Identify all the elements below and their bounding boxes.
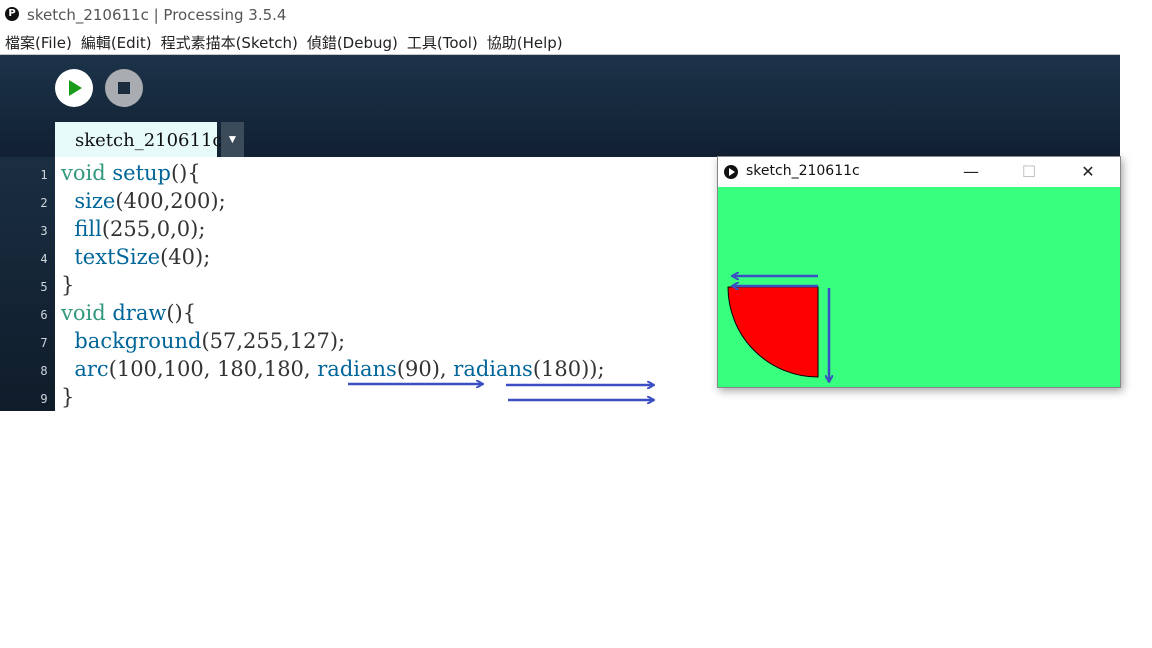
menu-edit[interactable]: 編輯(Edit) — [76, 32, 156, 53]
code-token: (40); — [160, 245, 211, 269]
tab-label: sketch_210611c — [75, 130, 223, 151]
line-number: 5 — [40, 280, 48, 294]
run-button[interactable] — [55, 69, 93, 107]
line-number: 4 — [40, 252, 48, 266]
sketch-output-window: sketch_210611c — ☐ ✕ — [717, 156, 1121, 388]
processing-app-icon: P — [5, 7, 19, 21]
function-token: background — [74, 329, 202, 353]
play-icon — [69, 80, 82, 96]
line-number: 6 — [40, 308, 48, 322]
code-line: 6 void draw(){ — [0, 301, 700, 329]
code-text: size(400,200); — [61, 189, 226, 213]
menu-file[interactable]: 檔案(File) — [0, 32, 76, 53]
menu-bar: 檔案(File) 編輯(Edit) 程式素描本(Sketch) 偵錯(Debug… — [0, 30, 1120, 55]
code-text: textSize(40); — [61, 245, 210, 269]
code-line: 3 fill(255,0,0); — [0, 217, 700, 245]
code-text: } — [61, 385, 74, 409]
code-token: (){ — [166, 301, 197, 325]
function-token: arc — [74, 357, 109, 381]
processing-run-icon — [724, 165, 738, 179]
sketch-window-title-bar: sketch_210611c — ☐ ✕ — [718, 157, 1120, 187]
tab-menu-button[interactable]: ▼ — [221, 122, 244, 157]
code-line: 8 arc(100,100, 180,180, radians(90), rad… — [0, 357, 700, 385]
menu-tool[interactable]: 工具(Tool) — [402, 32, 482, 53]
function-token: draw — [112, 301, 167, 325]
function-token: radians — [453, 357, 533, 381]
code-token: } — [61, 273, 75, 297]
line-number: 8 — [40, 364, 48, 378]
close-button[interactable]: ✕ — [1068, 160, 1108, 184]
function-token: fill — [74, 217, 102, 241]
code-token: (){ — [170, 161, 201, 185]
maximize-button[interactable]: ☐ — [1009, 160, 1049, 184]
code-token: (90), — [396, 357, 454, 381]
keyword-token: void — [61, 161, 106, 185]
code-text: void setup(){ — [61, 161, 201, 185]
code-token: (400,200); — [115, 189, 226, 213]
line-number: 9 — [40, 392, 48, 406]
function-token: setup — [112, 161, 171, 185]
minimize-button[interactable]: — — [951, 160, 991, 184]
sketch-canvas — [718, 187, 1120, 387]
tab-sketch[interactable]: sketch_210611c — [55, 122, 223, 157]
menu-sketch[interactable]: 程式素描本(Sketch) — [156, 32, 302, 53]
code-token: (255,0,0); — [101, 217, 206, 241]
code-line: 7 background(57,255,127); — [0, 329, 700, 357]
function-token: size — [74, 189, 116, 213]
code-text: void draw(){ — [61, 301, 196, 325]
code-text: arc(100,100, 180,180, radians(90), radia… — [61, 357, 605, 381]
code-line: 2 size(400,200); — [0, 189, 700, 217]
menu-debug[interactable]: 偵錯(Debug) — [302, 32, 402, 53]
code-token: (57,255,127); — [201, 329, 346, 353]
line-number: 1 — [40, 168, 48, 182]
editor-toolbar: sketch_210611c ▼ — [0, 55, 1120, 157]
line-number: 7 — [40, 336, 48, 350]
code-line: 4 textSize(40); — [0, 245, 700, 273]
line-number: 3 — [40, 224, 48, 238]
code-text: } — [61, 273, 74, 297]
stop-button[interactable] — [105, 69, 143, 107]
title-bar: P sketch_210611c | Processing 3.5.4 — [0, 0, 1120, 30]
code-line: 9} — [0, 385, 700, 413]
code-line: 5} — [0, 273, 700, 301]
menu-help[interactable]: 協助(Help) — [482, 32, 567, 53]
code-token: (100,100, 180,180, — [108, 357, 318, 381]
code-text: fill(255,0,0); — [61, 217, 205, 241]
code-text: background(57,255,127); — [61, 329, 345, 353]
code-line: 1 void setup(){ — [0, 161, 700, 189]
window-title: sketch_210611c | Processing 3.5.4 — [27, 6, 287, 24]
code-token: } — [61, 385, 75, 409]
keyword-token: void — [61, 301, 106, 325]
sketch-window-title: sketch_210611c — [746, 163, 860, 179]
stop-icon — [118, 82, 130, 94]
line-number: 2 — [40, 196, 48, 210]
function-token: textSize — [74, 245, 161, 269]
code-token: (180)); — [532, 357, 605, 381]
function-token: radians — [317, 357, 397, 381]
